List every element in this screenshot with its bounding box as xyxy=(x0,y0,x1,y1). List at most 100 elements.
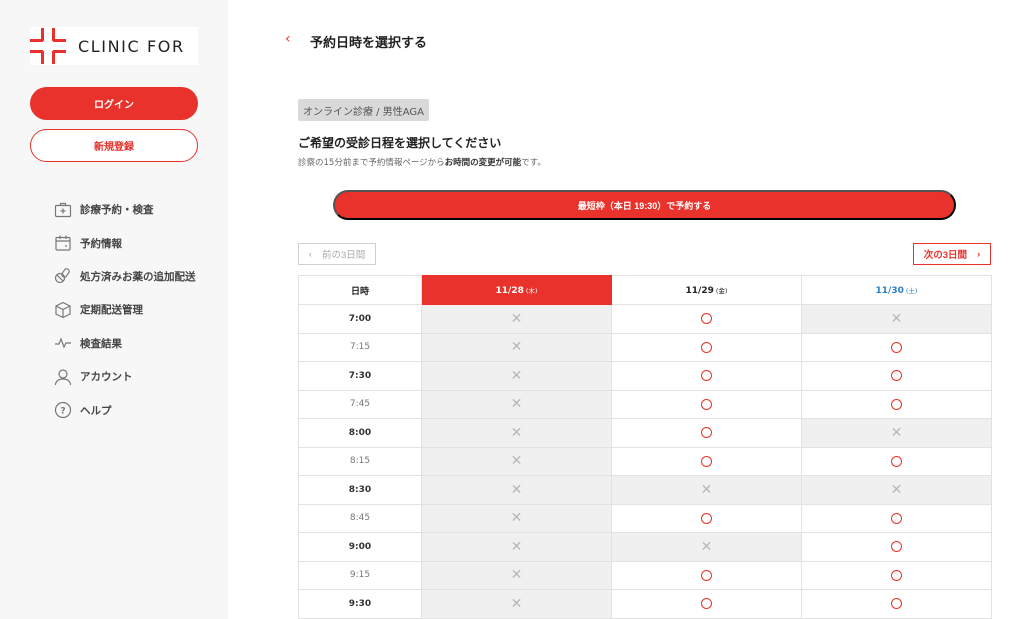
slot-available[interactable] xyxy=(611,361,802,391)
slot-available[interactable] xyxy=(611,446,802,476)
slot-available[interactable] xyxy=(801,589,992,619)
slot-available[interactable] xyxy=(611,589,802,619)
slot-available[interactable] xyxy=(801,332,992,362)
table-row: 8:45 ✕ xyxy=(298,503,992,533)
sidebar-item-label: 検査結果 xyxy=(80,337,122,350)
sidebar-item-help[interactable]: ? ヘルプ xyxy=(53,393,223,426)
category-tag: オンライン診療 / 男性AGA xyxy=(298,99,429,121)
next-3-days-button[interactable]: 次の3日間 › xyxy=(913,243,991,265)
slot-unavailable: ✕ xyxy=(421,446,612,476)
clinic-cross-logo-icon xyxy=(30,28,66,64)
slot-unavailable: ✕ xyxy=(421,560,612,590)
sidebar-item-reservation[interactable]: 診療予約・検査 xyxy=(53,193,223,226)
circle-icon xyxy=(891,455,902,467)
date-column-header[interactable]: 11/28 (木) xyxy=(421,275,612,305)
slot-unavailable: ✕ xyxy=(801,304,992,334)
circle-icon xyxy=(701,569,712,581)
slot-available[interactable] xyxy=(801,532,992,562)
fastest-slot-button[interactable]: 最短枠（本日 19:30）で予約する xyxy=(333,190,956,220)
slot-unavailable: ✕ xyxy=(421,361,612,391)
medical-kit-icon xyxy=(53,200,73,220)
slot-available[interactable] xyxy=(801,446,992,476)
back-chevron-icon[interactable]: ‹ xyxy=(285,31,291,47)
chevron-left-icon: ‹ xyxy=(308,248,312,260)
sidebar-item-label: 予約情報 xyxy=(80,237,122,250)
cross-icon: ✕ xyxy=(890,424,903,441)
slot-unavailable: ✕ xyxy=(421,304,612,334)
section-heading: ご希望の受診日程を選択してください xyxy=(298,136,502,150)
time-cell: 7:30 xyxy=(298,361,422,391)
sidebar-item-label: アカウント xyxy=(80,371,133,384)
circle-icon xyxy=(891,398,902,410)
change-note: 診察の15分前まで予約情報ページからお時間の変更が可能です。 xyxy=(298,156,546,168)
sidebar-item-booking-info[interactable]: 予約情報 xyxy=(53,226,223,259)
circle-icon xyxy=(701,341,712,353)
slot-available[interactable] xyxy=(801,361,992,391)
schedule-body: 7:00 ✕ ✕ 7:15 ✕ 7:30 ✕ 7:45 ✕ 8:00 ✕ ✕ 8:15 ✕ 8:30 ✕ ✕ ✕ 8… xyxy=(298,304,992,619)
sidebar-item-account[interactable]: アカウント xyxy=(53,360,223,393)
slot-available[interactable] xyxy=(611,418,802,448)
logo[interactable]: CLINIC FOR xyxy=(30,27,198,65)
circle-icon xyxy=(891,598,902,610)
date-label: 11/29 xyxy=(685,285,714,296)
circle-icon xyxy=(891,569,902,581)
circle-icon xyxy=(891,541,902,553)
sidebar-item-subscription[interactable]: 定期配送管理 xyxy=(53,293,223,326)
circle-icon xyxy=(891,512,902,524)
slot-available[interactable] xyxy=(611,304,802,334)
slot-unavailable: ✕ xyxy=(801,475,992,505)
circle-icon xyxy=(701,313,712,325)
cross-icon: ✕ xyxy=(700,538,713,555)
table-row: 9:00 ✕ ✕ xyxy=(298,532,992,562)
next-label: 次の3日間 xyxy=(923,250,968,261)
help-icon: ? xyxy=(53,400,73,420)
slot-unavailable: ✕ xyxy=(611,532,802,562)
sidebar-item-additional-delivery[interactable]: 処方済みお薬の追加配送 xyxy=(53,260,223,293)
slot-available[interactable] xyxy=(611,503,802,533)
pulse-icon xyxy=(53,333,73,353)
table-row: 8:30 ✕ ✕ ✕ xyxy=(298,475,992,505)
table-row: 7:45 ✕ xyxy=(298,389,992,419)
slot-unavailable: ✕ xyxy=(421,389,612,419)
note-bold: お時間の変更が可能 xyxy=(444,158,522,168)
date-label: 11/28 xyxy=(495,285,524,296)
table-row: 9:30 ✕ xyxy=(298,589,992,619)
main-content: ‹ 予約日時を選択する オンライン診療 / 男性AGA ご希望の受診日程を選択し… xyxy=(228,0,1024,619)
slot-unavailable: ✕ xyxy=(611,475,802,505)
slot-unavailable: ✕ xyxy=(421,475,612,505)
sidebar-item-test-results[interactable]: 検査結果 xyxy=(53,327,223,360)
table-row: 9:15 ✕ xyxy=(298,560,992,590)
cross-icon: ✕ xyxy=(700,481,713,498)
table-row: 8:00 ✕ ✕ xyxy=(298,418,992,448)
time-cell: 7:15 xyxy=(298,332,422,362)
table-row: 7:30 ✕ xyxy=(298,361,992,391)
schedule-header-row: 日時 11/28 (木) 11/29 (金) 11/30 (土) xyxy=(298,275,992,305)
slot-unavailable: ✕ xyxy=(421,332,612,362)
slot-available[interactable] xyxy=(801,389,992,419)
cross-icon: ✕ xyxy=(510,595,523,612)
date-column-header[interactable]: 11/30 (土) xyxy=(801,275,992,305)
register-button[interactable]: 新規登録 xyxy=(30,129,198,162)
sidebar-nav: 診療予約・検査 予約情報 処方済みお薬の追加配送 定期配送管理 検査結果 アカウ… xyxy=(53,193,223,427)
login-button[interactable]: ログイン xyxy=(30,87,198,120)
calendar-icon xyxy=(53,233,73,253)
date-column-header[interactable]: 11/29 (金) xyxy=(611,275,802,305)
prev-3-days-button[interactable]: ‹ 前の3日間 xyxy=(298,243,376,265)
circle-icon xyxy=(701,455,712,467)
circle-icon xyxy=(701,370,712,382)
cross-icon: ✕ xyxy=(890,310,903,327)
table-row: 8:15 ✕ xyxy=(298,446,992,476)
time-cell: 8:00 xyxy=(298,418,422,448)
page-title: 予約日時を選択する xyxy=(310,36,428,51)
slot-available[interactable] xyxy=(801,560,992,590)
slot-available[interactable] xyxy=(611,560,802,590)
svg-text:?: ? xyxy=(60,407,65,417)
header-time: 日時 xyxy=(298,275,422,305)
slot-available[interactable] xyxy=(611,389,802,419)
pills-icon xyxy=(53,266,73,286)
slot-available[interactable] xyxy=(801,503,992,533)
cross-icon: ✕ xyxy=(510,453,523,470)
time-cell: 8:45 xyxy=(298,503,422,533)
slot-available[interactable] xyxy=(611,332,802,362)
time-cell: 8:30 xyxy=(298,475,422,505)
